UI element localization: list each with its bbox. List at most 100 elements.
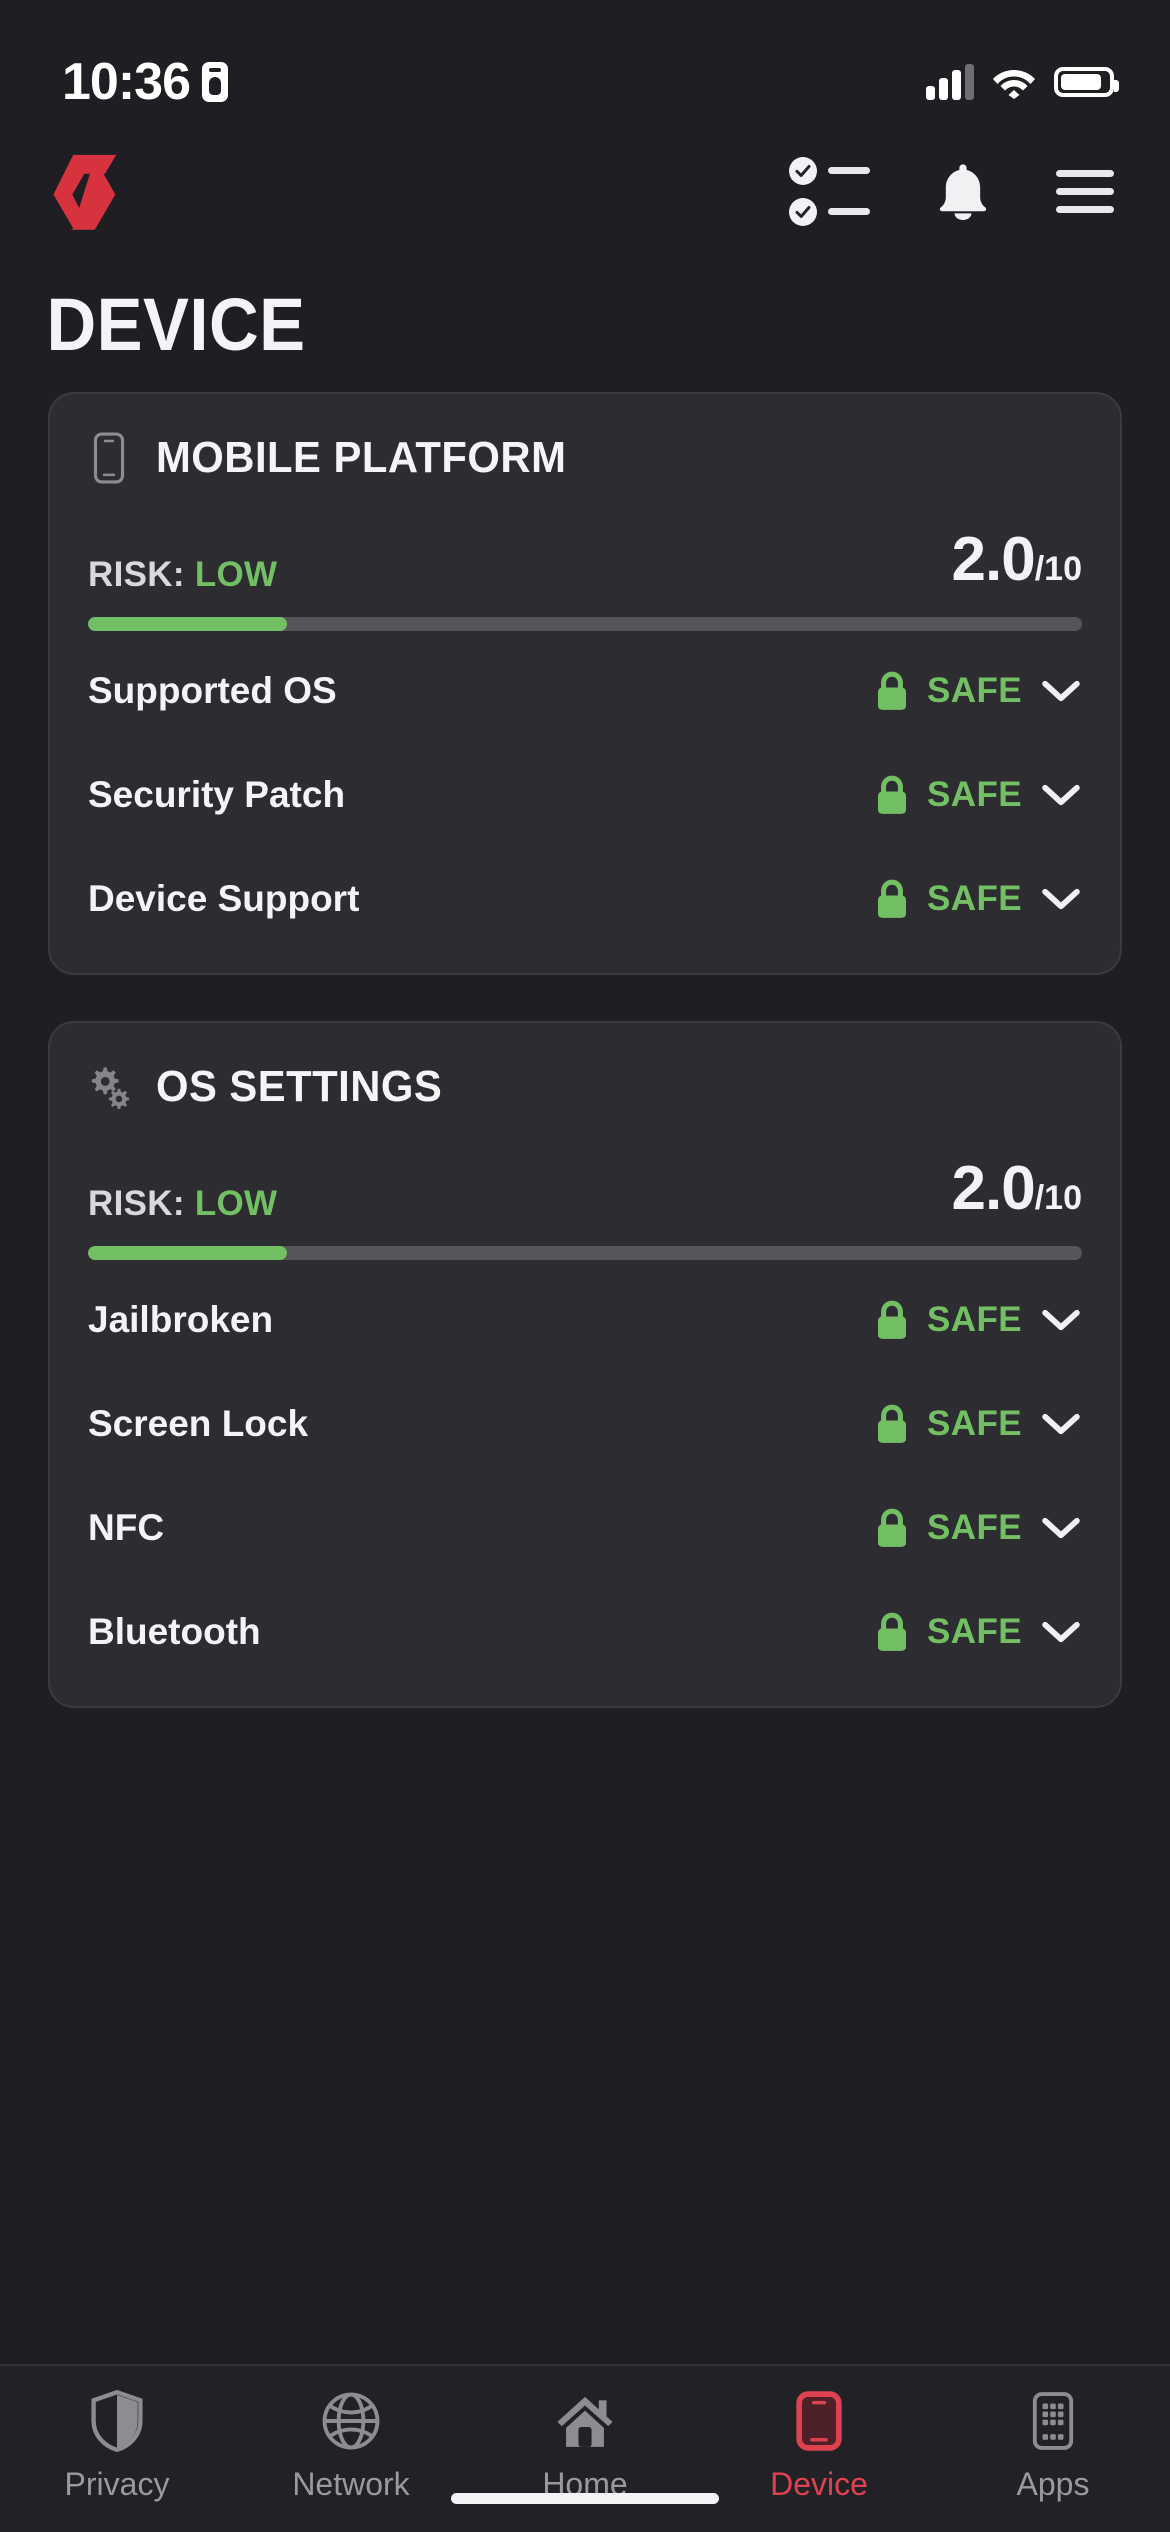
globe-icon xyxy=(321,2390,381,2452)
id-badge-icon xyxy=(202,62,228,102)
card-title: MOBILE PLATFORM xyxy=(156,433,567,482)
table-row[interactable]: NFC SAFE xyxy=(82,1476,1088,1580)
check-circle-icon xyxy=(789,156,817,185)
card-title: OS SETTINGS xyxy=(156,1062,443,1111)
status-badge: SAFE xyxy=(927,775,1022,814)
tab-privacy[interactable]: Privacy xyxy=(0,2390,234,2503)
hamburger-menu-icon xyxy=(1056,169,1114,213)
risk-label: RISK: LOW xyxy=(88,555,277,595)
bottom-tab-bar: Privacy Network Home Device Apps xyxy=(0,2364,1170,2532)
app-header xyxy=(0,128,1170,254)
card-list: MOBILE PLATFORM RISK: LOW 2.0 /10 Suppor… xyxy=(0,392,1170,1708)
risk-score-denominator: /10 xyxy=(1034,1179,1082,1217)
risk-meter xyxy=(88,1246,1082,1260)
card-os-settings: OS SETTINGS RISK: LOW 2.0 /10 Jailbroken xyxy=(48,1021,1122,1708)
check-status-group: SAFE xyxy=(875,878,1082,920)
risk-meter-fill xyxy=(88,617,287,631)
table-row[interactable]: Bluetooth SAFE xyxy=(82,1580,1088,1684)
chevron-down-icon[interactable] xyxy=(1040,678,1082,704)
risk-prefix: RISK: xyxy=(88,555,185,594)
shield-icon xyxy=(90,2390,144,2452)
lock-closed-icon xyxy=(878,775,907,814)
card-mobile-platform: MOBILE PLATFORM RISK: LOW 2.0 /10 Suppor… xyxy=(48,392,1122,975)
check-status-group: SAFE xyxy=(875,1299,1082,1341)
status-bar-left: 10:36 xyxy=(62,56,228,108)
check-label: Screen Lock xyxy=(88,1403,309,1444)
chevron-down-icon[interactable] xyxy=(1040,1619,1082,1645)
checklist-line xyxy=(828,208,870,215)
risk-score: 2.0 /10 xyxy=(952,524,1082,595)
risk-level: LOW xyxy=(194,555,278,594)
check-row-list: Supported OS SAFE Security Patch SAFE De… xyxy=(82,639,1088,951)
chevron-down-icon[interactable] xyxy=(1040,1515,1082,1541)
check-row-list: Jailbroken SAFE Screen Lock SAFE NFC SAF… xyxy=(82,1268,1088,1684)
chevron-down-icon[interactable] xyxy=(1040,1307,1082,1333)
tab-network[interactable]: Network xyxy=(234,2390,468,2503)
chevron-down-icon[interactable] xyxy=(1040,782,1082,808)
tab-device[interactable]: Device xyxy=(702,2390,936,2503)
checklist-row xyxy=(789,156,870,185)
check-label: Jailbroken xyxy=(88,1299,274,1340)
lock-closed-icon xyxy=(878,1612,907,1651)
risk-level: LOW xyxy=(194,1184,278,1223)
lock-closed-icon xyxy=(878,671,907,710)
chevron-down-icon[interactable] xyxy=(1040,1411,1082,1437)
notifications-button[interactable] xyxy=(936,162,990,220)
bell-icon xyxy=(939,164,987,220)
check-label: Supported OS xyxy=(88,670,337,711)
tab-home[interactable]: Home xyxy=(468,2390,702,2503)
table-row[interactable]: Device Support SAFE xyxy=(82,847,1088,951)
app-screen: 10:36 DEVICE MOBILE PLATFORM RISK: LOW 2… xyxy=(0,0,1170,2532)
risk-label: RISK: LOW xyxy=(88,1184,277,1224)
checklist-button[interactable] xyxy=(789,156,870,226)
phone-icon xyxy=(796,2390,842,2452)
tab-label: Network xyxy=(292,2466,410,2502)
risk-meter xyxy=(88,617,1082,631)
app-logo-hexagon-icon[interactable] xyxy=(50,148,136,234)
risk-score: 2.0 /10 xyxy=(952,1153,1082,1224)
risk-meter-fill xyxy=(88,1246,287,1260)
lock-closed-icon xyxy=(878,1508,907,1547)
chevron-down-icon[interactable] xyxy=(1040,886,1082,912)
check-status-group: SAFE xyxy=(875,670,1082,712)
tab-label: Apps xyxy=(1016,2466,1090,2502)
risk-prefix: RISK: xyxy=(88,1184,185,1223)
app-header-actions xyxy=(789,156,1114,226)
check-label: Bluetooth xyxy=(88,1611,261,1652)
card-header: MOBILE PLATFORM xyxy=(82,428,1088,484)
risk-summary: RISK: LOW 2.0 /10 xyxy=(82,1113,1088,1224)
table-row[interactable]: Security Patch SAFE xyxy=(82,743,1088,847)
table-row[interactable]: Jailbroken SAFE xyxy=(82,1268,1088,1372)
table-row[interactable]: Supported OS SAFE xyxy=(82,639,1088,743)
risk-score-value: 2.0 xyxy=(951,1154,1036,1223)
risk-score-denominator: /10 xyxy=(1034,550,1082,588)
home-icon xyxy=(554,2390,616,2452)
risk-score-value: 2.0 xyxy=(951,525,1036,594)
status-badge: SAFE xyxy=(927,879,1022,918)
check-label: Security Patch xyxy=(88,774,346,815)
apps-grid-icon xyxy=(1032,2390,1074,2452)
tab-apps[interactable]: Apps xyxy=(936,2390,1170,2503)
status-badge: SAFE xyxy=(927,1612,1022,1651)
risk-summary: RISK: LOW 2.0 /10 xyxy=(82,484,1088,595)
battery-icon xyxy=(1054,67,1119,97)
tab-label: Device xyxy=(770,2466,868,2502)
lock-closed-icon xyxy=(878,1300,907,1339)
tab-label: Privacy xyxy=(64,2466,170,2502)
status-bar-right xyxy=(926,64,1119,100)
status-badge: SAFE xyxy=(927,1404,1022,1443)
status-badge: SAFE xyxy=(927,1300,1022,1339)
status-time: 10:36 xyxy=(62,53,191,111)
cellular-signal-icon xyxy=(926,64,974,100)
page-title: DEVICE xyxy=(46,283,306,366)
wifi-icon xyxy=(993,70,1035,99)
check-status-group: SAFE xyxy=(875,1611,1082,1653)
checklist-icon xyxy=(789,156,870,226)
card-header: OS SETTINGS xyxy=(82,1057,1088,1113)
status-badge: SAFE xyxy=(927,671,1022,710)
status-bar: 10:36 xyxy=(0,0,1170,128)
menu-button[interactable] xyxy=(1056,169,1114,213)
check-circle-icon xyxy=(789,197,817,226)
table-row[interactable]: Screen Lock SAFE xyxy=(82,1372,1088,1476)
